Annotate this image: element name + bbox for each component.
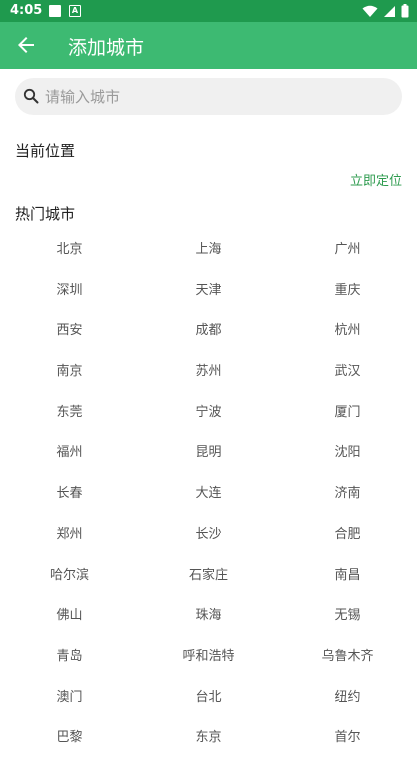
city-item[interactable]: 乌鲁木齐 — [278, 638, 417, 679]
city-item[interactable]: 大连 — [139, 475, 278, 516]
city-item[interactable]: 南昌 — [278, 557, 417, 598]
city-item[interactable]: 无锡 — [278, 597, 417, 638]
city-item[interactable]: 成都 — [139, 312, 278, 353]
city-item[interactable]: 杭州 — [278, 312, 417, 353]
current-location-title: 当前位置 — [15, 142, 76, 160]
page-title: 添加城市 — [68, 37, 145, 59]
city-item[interactable]: 天津 — [139, 272, 278, 313]
notification-icon — [49, 5, 61, 17]
city-item[interactable]: 东京 — [139, 719, 278, 760]
city-item[interactable]: 广州 — [278, 231, 417, 272]
city-item[interactable]: 深圳 — [0, 272, 139, 313]
city-item[interactable]: 长春 — [0, 475, 139, 516]
search-input[interactable] — [43, 84, 387, 110]
city-item[interactable]: 南京 — [0, 353, 139, 394]
city-item[interactable]: 台北 — [139, 679, 278, 720]
city-item[interactable]: 珠海 — [139, 597, 278, 638]
city-item[interactable]: 澳门 — [0, 679, 139, 720]
city-item[interactable]: 纽约 — [278, 679, 417, 720]
city-item[interactable]: 哈尔滨 — [0, 557, 139, 598]
city-item[interactable]: 首尔 — [278, 719, 417, 760]
status-icons — [362, 4, 409, 18]
city-item[interactable]: 昆明 — [139, 434, 278, 475]
city-item[interactable]: 北京 — [0, 231, 139, 272]
battery-icon — [401, 4, 409, 18]
signal-icon — [384, 5, 395, 17]
search-box[interactable] — [15, 78, 402, 115]
city-item[interactable]: 厦门 — [278, 394, 417, 435]
wifi-icon — [362, 5, 378, 17]
city-item[interactable]: 青岛 — [0, 638, 139, 679]
arrow-left-icon[interactable] — [14, 33, 38, 57]
locate-now-button[interactable]: 立即定位 — [350, 170, 402, 189]
city-item[interactable]: 郑州 — [0, 516, 139, 557]
city-item[interactable]: 苏州 — [139, 353, 278, 394]
city-item[interactable]: 长沙 — [139, 516, 278, 557]
city-item[interactable]: 东莞 — [0, 394, 139, 435]
hot-city-grid: 北京 上海 广州深圳 天津 重庆西安 成都 杭州南京 苏州 武汉东莞 宁波 厦门福州 昆明 沈阳长春 大连… — [0, 231, 417, 760]
status-time: 4:05 — [10, 3, 43, 18]
city-item[interactable]: 佛山 — [0, 597, 139, 638]
city-item[interactable]: 上海 — [139, 231, 278, 272]
status-bar: 4:05 A — [0, 0, 417, 22]
city-item[interactable]: 巴黎 — [0, 719, 139, 760]
city-item[interactable]: 宁波 — [139, 394, 278, 435]
city-item[interactable]: 济南 — [278, 475, 417, 516]
app-bar: 添加城市 — [0, 22, 417, 69]
city-item[interactable]: 福州 — [0, 434, 139, 475]
search-icon — [23, 88, 39, 104]
hot-cities-title: 热门城市 — [15, 205, 76, 223]
city-item[interactable]: 武汉 — [278, 353, 417, 394]
app-notification-icon: A — [69, 5, 81, 17]
city-item[interactable]: 重庆 — [278, 272, 417, 313]
city-item[interactable]: 呼和浩特 — [139, 638, 278, 679]
city-item[interactable]: 沈阳 — [278, 434, 417, 475]
city-item[interactable]: 西安 — [0, 312, 139, 353]
city-item[interactable]: 石家庄 — [139, 557, 278, 598]
city-item[interactable]: 合肥 — [278, 516, 417, 557]
